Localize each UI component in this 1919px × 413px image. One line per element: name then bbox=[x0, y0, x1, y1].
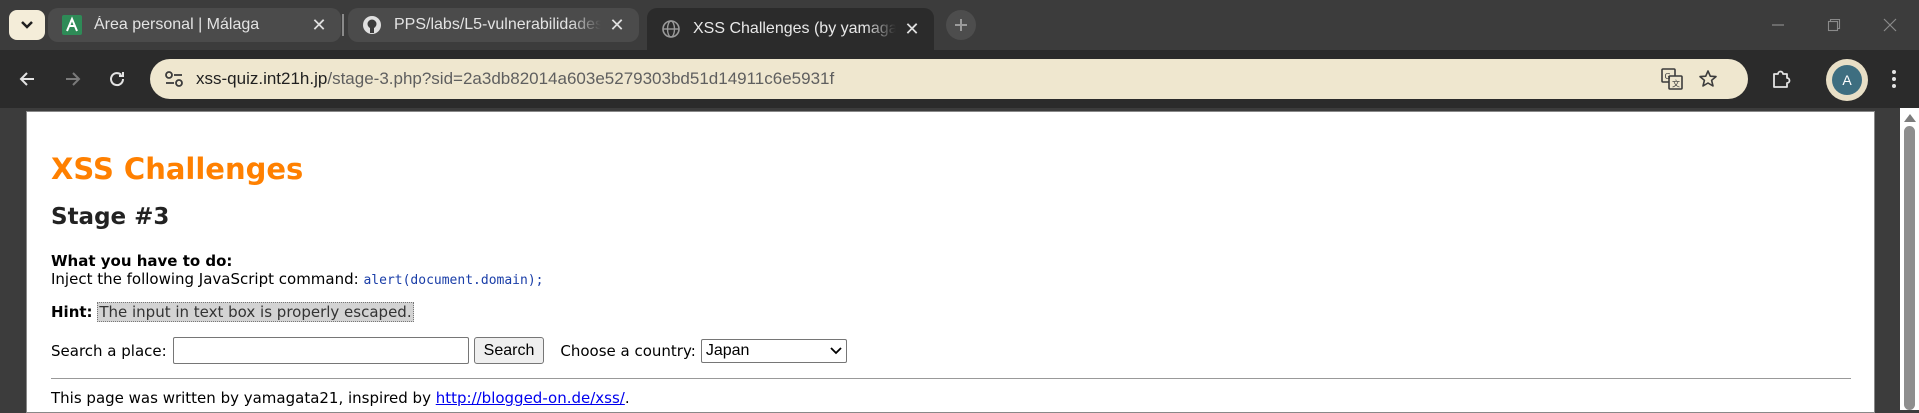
stage-heading: Stage #3 bbox=[51, 204, 170, 230]
close-window-button[interactable] bbox=[1862, 0, 1918, 50]
hint-label: Hint: bbox=[51, 303, 93, 321]
url-path: /stage-3.php?sid=2a3db82014a603e5279303b… bbox=[327, 69, 835, 88]
bookmark-button[interactable] bbox=[1694, 65, 1722, 93]
task-text: Inject the following JavaScript command: bbox=[51, 270, 364, 288]
vertical-scrollbar[interactable] bbox=[1900, 108, 1919, 410]
new-tab-button[interactable] bbox=[946, 10, 976, 40]
github-icon bbox=[363, 16, 381, 34]
arrow-left-icon bbox=[19, 72, 34, 86]
translate-button[interactable]: G文 bbox=[1658, 65, 1686, 93]
back-button[interactable] bbox=[11, 63, 43, 95]
task-description: Inject the following JavaScript command:… bbox=[51, 270, 543, 288]
tab-title: Área personal | Málaga bbox=[94, 16, 260, 33]
footer: This page was written by yamagata21, ins… bbox=[51, 389, 630, 407]
country-select[interactable]: Japan bbox=[700, 338, 847, 363]
plus-icon bbox=[955, 19, 967, 31]
close-icon[interactable]: ✕ bbox=[607, 15, 627, 35]
divider bbox=[51, 378, 1851, 379]
tab-title: XSS Challenges (by yamagata21 bbox=[693, 20, 896, 37]
avatar: A bbox=[1832, 65, 1862, 95]
task-label: What you have to do: bbox=[51, 252, 233, 270]
extensions-button[interactable] bbox=[1765, 63, 1797, 95]
forward-button[interactable] bbox=[57, 63, 89, 95]
tab-github[interactable]: PPS/labs/L5-vulnerabilidades-w ✕ bbox=[348, 8, 639, 42]
tune-icon bbox=[165, 71, 183, 87]
more-vert-icon bbox=[1892, 70, 1896, 88]
tab-area-personal[interactable]: Área personal | Málaga ✕ bbox=[48, 8, 341, 42]
moodle-a-icon bbox=[62, 15, 82, 35]
url-text[interactable]: xss-quiz.int21h.jp/stage-3.php?sid=2a3db… bbox=[196, 69, 834, 89]
tab-search-button[interactable] bbox=[9, 10, 45, 40]
tab-separator bbox=[342, 14, 344, 36]
footer-end: . bbox=[624, 389, 630, 407]
tab-title: PPS/labs/L5-vulnerabilidades-w bbox=[394, 16, 601, 33]
search-label: Search a place: bbox=[51, 341, 167, 360]
country-label: Choose a country: bbox=[560, 341, 696, 360]
restore-button[interactable] bbox=[1806, 0, 1862, 50]
search-input[interactable] bbox=[172, 337, 469, 364]
reload-button[interactable] bbox=[101, 63, 133, 95]
svg-text:文: 文 bbox=[1672, 79, 1680, 89]
page-title: XSS Challenges bbox=[51, 152, 304, 186]
hint: Hint: The input in text box is properly … bbox=[51, 302, 414, 322]
reload-icon bbox=[110, 72, 125, 87]
arrow-right-icon bbox=[66, 72, 81, 86]
site-info-button[interactable] bbox=[158, 63, 190, 95]
task-code: alert(document.domain); bbox=[363, 273, 544, 288]
profile-button[interactable]: A bbox=[1826, 59, 1868, 101]
star-icon bbox=[1699, 70, 1717, 87]
footer-link[interactable]: http://blogged-on.de/xss/ bbox=[436, 389, 625, 407]
tab-strip: Área personal | Málaga ✕ PPS/labs/L5-vul… bbox=[0, 0, 1919, 50]
minimize-icon bbox=[1772, 24, 1784, 26]
footer-text: This page was written by yamagata21, ins… bbox=[51, 389, 436, 407]
address-bar[interactable]: xss-quiz.int21h.jp/stage-3.php?sid=2a3db… bbox=[150, 59, 1748, 99]
puzzle-icon bbox=[1773, 70, 1791, 88]
translate-icon: G文 bbox=[1661, 68, 1683, 90]
globe-icon bbox=[662, 20, 680, 38]
search-button[interactable]: Search bbox=[473, 337, 545, 364]
menu-button[interactable] bbox=[1878, 63, 1910, 95]
minimize-button[interactable] bbox=[1750, 0, 1806, 50]
chevron-down-icon bbox=[830, 346, 842, 354]
page-content: XSS Challenges Stage #3 What you have to… bbox=[26, 111, 1875, 413]
search-form: Search a place: Search Choose a country:… bbox=[51, 337, 847, 364]
restore-icon bbox=[1827, 18, 1841, 32]
close-icon[interactable]: ✕ bbox=[902, 19, 922, 39]
close-icon bbox=[1883, 18, 1897, 32]
scroll-up-arrow[interactable] bbox=[1904, 114, 1916, 122]
url-host: xss-quiz.int21h.jp bbox=[196, 69, 328, 88]
close-icon[interactable]: ✕ bbox=[309, 15, 329, 35]
page-viewport: XSS Challenges Stage #3 What you have to… bbox=[0, 108, 1919, 413]
scrollbar-thumb[interactable] bbox=[1904, 126, 1915, 410]
chevron-down-icon bbox=[21, 21, 33, 29]
browser-toolbar: xss-quiz.int21h.jp/stage-3.php?sid=2a3db… bbox=[0, 50, 1919, 108]
hint-text: The input in text box is properly escape… bbox=[97, 302, 414, 322]
tab-xss-challenges[interactable]: XSS Challenges (by yamagata21 ✕ bbox=[647, 8, 934, 50]
country-selected-value: Japan bbox=[705, 341, 750, 359]
svg-text:G: G bbox=[1665, 72, 1671, 81]
